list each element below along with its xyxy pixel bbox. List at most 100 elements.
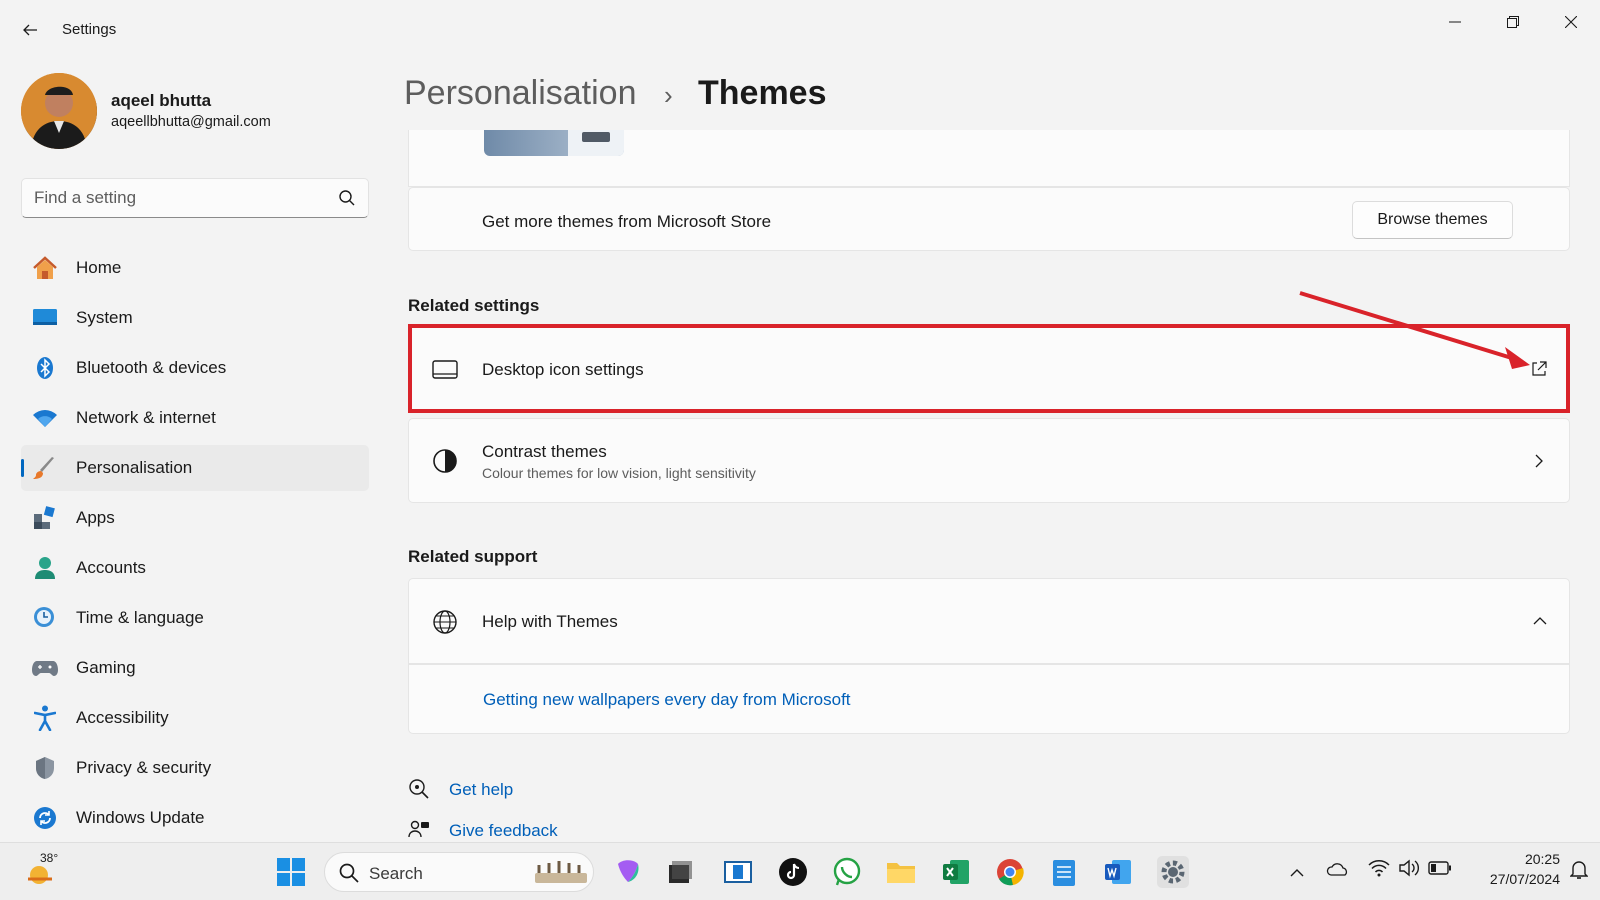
account-icon [32,556,58,580]
bluetooth-icon [32,356,58,380]
sidebar-item-label: Privacy & security [76,758,212,777]
copilot-taskbar-icon[interactable] [612,856,644,888]
onedrive-tray-icon[interactable] [1326,859,1350,884]
whatsapp-taskbar-icon[interactable] [831,856,863,888]
contrast-icon [433,449,457,473]
sidebar-item-accounts[interactable]: Accounts [21,545,369,591]
file-explorer-taskbar-icon[interactable] [885,856,917,888]
gamepad-icon [32,656,58,680]
sidebar-item-label: Accounts [76,558,146,577]
minimize-button[interactable] [1432,6,1478,38]
restore-icon [1507,16,1519,28]
user-name: aqeel bhutta [111,91,212,110]
globe-clock-icon [32,606,58,630]
taskbar-search[interactable]: Search [324,852,594,892]
chevron-up-icon[interactable] [1532,616,1548,626]
sidebar-item-label: Apps [76,508,115,527]
sidebar-item-label: Personalisation [76,458,193,477]
wifi-tray-icon[interactable] [1368,859,1390,882]
sidebar-item-time-language[interactable]: Time & language [21,595,369,641]
accessibility-icon [32,705,58,731]
theme-preview[interactable] [484,130,624,156]
chrome-taskbar-icon[interactable] [994,856,1026,888]
annotation-arrow-icon [1299,291,1530,369]
word-taskbar-icon[interactable] [1102,856,1134,888]
related-settings-heading: Related settings [408,296,540,315]
show-hidden-icons-button[interactable] [1290,865,1304,883]
search-icon [339,863,359,883]
sidebar-item-label: Accessibility [76,708,169,727]
sidebar-item-accessibility[interactable]: Accessibility [21,695,369,741]
get-help-icon [409,779,429,799]
update-icon [32,806,58,830]
related-support-heading: Related support [408,547,538,566]
start-button[interactable] [275,856,307,888]
sidebar-item-system[interactable]: System [21,295,369,341]
avatar[interactable] [21,73,97,149]
give-feedback-link[interactable]: Give feedback [449,821,558,841]
sidebar-item-privacy[interactable]: Privacy & security [21,745,369,791]
chevron-up-icon [1290,869,1304,877]
back-arrow-icon [23,24,37,36]
app-title: Settings [62,21,117,38]
chevron-right-icon [1535,454,1543,468]
sidebar-nav: Home System Bluetooth & devices Network … [21,245,369,845]
system-icon [32,306,58,330]
task-view-taskbar-icon[interactable] [664,856,696,888]
clock-time[interactable]: 20:25 [1474,851,1560,867]
sidebar-item-label: Home [76,258,122,277]
close-button[interactable] [1548,6,1594,38]
help-with-themes-label: Help with Themes [482,612,618,631]
volume-tray-icon[interactable] [1398,859,1420,882]
store-row-text: Get more themes from Microsoft Store [482,212,772,231]
sidebar-item-bluetooth[interactable]: Bluetooth & devices [21,345,369,391]
globe-icon [433,610,457,634]
wallpapers-help-link[interactable]: Getting new wallpapers every day from Mi… [483,690,851,710]
sidebar-item-personalisation[interactable]: Personalisation [21,445,369,491]
notepad-taskbar-icon[interactable] [1048,856,1080,888]
notifications-button[interactable] [1569,860,1589,885]
user-email: aqeellbhutta@gmail.com [111,114,271,130]
sidebar-item-label: Bluetooth & devices [76,358,227,377]
clock-date[interactable]: 27/07/2024 [1466,871,1560,887]
back-button[interactable] [16,16,44,44]
shield-icon [32,756,58,780]
sidebar-item-label: Network & internet [76,408,216,427]
contrast-themes-label: Contrast themes [482,442,607,461]
find-setting-search[interactable] [21,178,369,218]
search-input[interactable] [34,179,334,217]
page-title: Themes [698,74,827,112]
search-icon[interactable] [338,189,356,207]
sidebar-item-label: System [76,308,133,327]
sidebar-item-gaming[interactable]: Gaming [21,645,369,691]
sidebar-item-home[interactable]: Home [21,245,369,291]
weather-widget[interactable]: 38° [22,851,58,889]
sidebar-item-apps[interactable]: Apps [21,495,369,541]
breadcrumb-parent[interactable]: Personalisation [404,74,636,113]
close-icon [1565,16,1577,28]
taskbar-search-label: Search [369,864,423,883]
sidebar-item-label: Gaming [76,658,136,677]
windows-logo-icon [277,858,305,886]
user-photo-icon [21,73,97,149]
restore-button[interactable] [1490,6,1536,38]
app-taskbar-icon[interactable] [722,856,754,888]
get-help-link[interactable]: Get help [449,780,513,800]
weather-temp: 38° [40,851,59,865]
excel-taskbar-icon[interactable] [940,856,972,888]
brush-icon [32,456,58,480]
wifi-icon [32,406,58,430]
browse-themes-button[interactable]: Browse themes [1352,201,1513,239]
sidebar-item-label: Windows Update [76,808,205,827]
home-icon [32,256,58,280]
sidebar-item-windows-update[interactable]: Windows Update [21,795,369,841]
contrast-themes-description: Colour themes for low vision, light sens… [482,465,756,481]
bell-icon [1569,861,1589,879]
tiktok-taskbar-icon[interactable] [777,856,809,888]
settings-taskbar-icon[interactable] [1157,856,1189,888]
battery-tray-icon[interactable] [1428,861,1452,880]
title-bar: Settings [0,0,1600,58]
taskbar: 38° Search 20:25 27/07/2024 [0,842,1600,900]
sidebar-item-network[interactable]: Network & internet [21,395,369,441]
search-highlight-image-icon [535,861,587,883]
